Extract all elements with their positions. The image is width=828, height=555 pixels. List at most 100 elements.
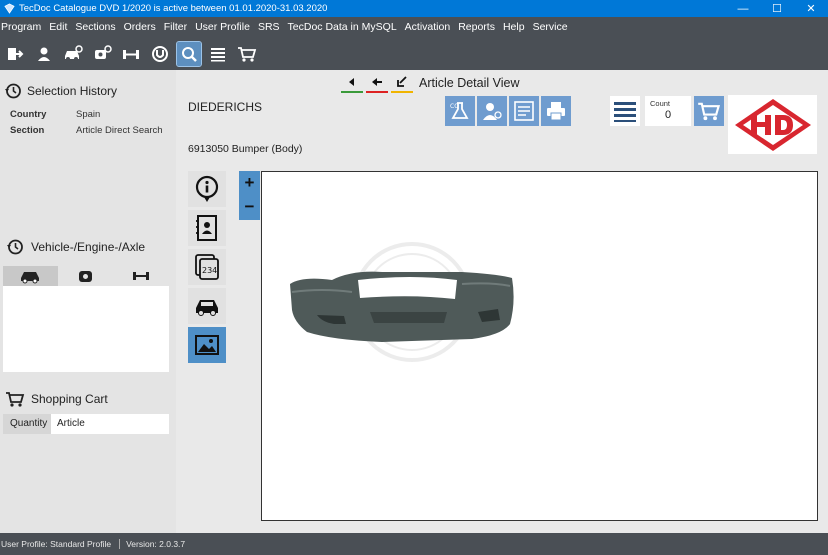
menu-filter[interactable]: Filter — [164, 21, 192, 33]
app-icon — [4, 3, 15, 14]
return-button[interactable] — [391, 73, 413, 93]
status-version: Version: 2.0.3.7 — [126, 539, 186, 549]
address-book-icon — [196, 215, 217, 241]
brand-name: DIEDERICHS — [188, 100, 263, 114]
history-value: Spain — [76, 109, 101, 120]
vehicle-tabs — [3, 266, 169, 286]
menu-edit[interactable]: Edit — [49, 21, 72, 33]
tab-vehicle[interactable] — [3, 266, 59, 286]
printer-icon — [547, 102, 565, 121]
selection-history-header: Selection History — [4, 82, 117, 100]
history-icon — [7, 239, 23, 255]
brand-logo — [728, 95, 817, 154]
user-button[interactable] — [32, 42, 56, 66]
contact-button[interactable] — [477, 96, 507, 126]
vehicle-search-icon — [65, 44, 83, 61]
print-button[interactable] — [541, 96, 571, 126]
add-to-list-button[interactable] — [610, 96, 640, 126]
person-info-icon — [483, 103, 502, 120]
zoom-in-button[interactable]: + — [239, 171, 260, 195]
back-button[interactable] — [366, 73, 388, 93]
image-viewer[interactable] — [261, 171, 818, 521]
bumper-image — [290, 242, 514, 362]
status-bar: User Profile: Standard Profile Version: … — [0, 533, 828, 555]
svg-text:234: 234 — [202, 266, 217, 275]
cart-header-row: Quantity Article — [3, 414, 169, 434]
cart-count-group: Count 0 — [610, 96, 726, 126]
tab-axle[interactable] — [114, 266, 169, 286]
menu-bar: Program Edit Sections Orders Filter User… — [0, 17, 828, 37]
user-icon — [38, 47, 50, 61]
menu-help[interactable]: Help — [503, 21, 530, 33]
menu-srs[interactable]: SRS — [258, 21, 285, 33]
history-row-country: Country Spain — [10, 109, 100, 120]
article-description: 6913050 Bumper (Body) — [188, 143, 303, 155]
menu-orders[interactable]: Orders — [124, 21, 161, 33]
triangle-left-icon — [349, 78, 354, 86]
menu-activation[interactable]: Activation — [405, 21, 456, 33]
universal-parts-button[interactable] — [148, 42, 172, 66]
tab-images[interactable] — [188, 327, 226, 363]
vehicle-search-button[interactable] — [61, 42, 85, 66]
compare-button[interactable]: CO — [445, 96, 475, 126]
page-title: Article Detail View — [419, 76, 520, 90]
universal-parts-icon — [152, 45, 168, 62]
engine-icon — [78, 271, 92, 282]
menu-service[interactable]: Service — [533, 21, 573, 33]
list-icon — [211, 47, 225, 61]
flask-icon: CO — [450, 102, 469, 119]
window-title: TecDoc Catalogue DVD 1/2020 is active be… — [19, 3, 328, 14]
collapse-button[interactable] — [341, 73, 363, 93]
cart-article-header: Article — [51, 414, 169, 434]
tab-engine[interactable] — [58, 266, 113, 286]
details-button[interactable] — [509, 96, 539, 126]
arrow-left-icon — [372, 78, 382, 86]
article-actions: CO — [445, 96, 573, 126]
tab-numbers[interactable]: 234 — [188, 249, 226, 285]
vehicle-header: Vehicle-/Engine-/Axle — [4, 238, 145, 256]
tab-info[interactable] — [188, 171, 226, 207]
history-key: Section — [10, 125, 45, 136]
list-button[interactable] — [206, 42, 230, 66]
axle-search-icon — [123, 49, 139, 59]
svg-text:CO: CO — [450, 103, 459, 110]
history-icon — [5, 83, 21, 99]
add-to-cart-button[interactable] — [694, 96, 724, 126]
menu-program[interactable]: Program — [0, 21, 46, 33]
zoom-out-button[interactable]: − — [239, 195, 260, 219]
history-key: Country — [10, 109, 47, 120]
menu-user-profile[interactable]: User Profile — [195, 21, 255, 33]
vehicle-title: Vehicle-/Engine-/Axle — [31, 240, 146, 254]
axle-icon — [133, 272, 150, 280]
count-field[interactable]: Count 0 — [645, 96, 691, 126]
return-arrow-icon — [397, 76, 407, 87]
exit-button[interactable] — [3, 42, 27, 66]
close-button[interactable]: ✕ — [794, 0, 828, 17]
menu-tecdoc-mysql[interactable]: TecDoc Data in MySQL — [288, 21, 402, 33]
history-value: Article Direct Search — [76, 125, 163, 136]
image-icon — [195, 335, 219, 355]
cart-quantity-header: Quantity — [3, 414, 51, 434]
shopping-cart-header: Shopping Cart — [4, 390, 108, 408]
tab-contacts[interactable] — [188, 210, 226, 246]
axle-search-button[interactable] — [119, 42, 143, 66]
list-add-icon — [614, 102, 636, 122]
maximize-button[interactable]: ☐ — [760, 0, 794, 17]
numbers-icon: 234 — [195, 254, 219, 280]
count-value: 0 — [664, 109, 672, 121]
document-list-icon — [514, 101, 534, 121]
minimize-button[interactable]: — — [726, 0, 760, 17]
status-profile: User Profile: Standard Profile — [0, 539, 121, 549]
history-row-section: Section Article Direct Search — [10, 125, 163, 136]
tab-vehicles[interactable] — [188, 288, 226, 324]
selection-history-title: Selection History — [27, 84, 118, 98]
engine-search-button[interactable] — [90, 42, 114, 66]
menu-reports[interactable]: Reports — [458, 21, 500, 33]
shopping-cart-button[interactable] — [235, 42, 259, 66]
menu-sections[interactable]: Sections — [75, 21, 120, 33]
nav-row: Article Detail View — [341, 73, 520, 93]
shopping-cart-icon — [6, 392, 25, 407]
article-search-icon — [182, 46, 197, 62]
article-search-button[interactable] — [176, 40, 202, 67]
article-detail-panel: Article Detail View DIEDERICHS 6913050 B… — [176, 70, 828, 533]
